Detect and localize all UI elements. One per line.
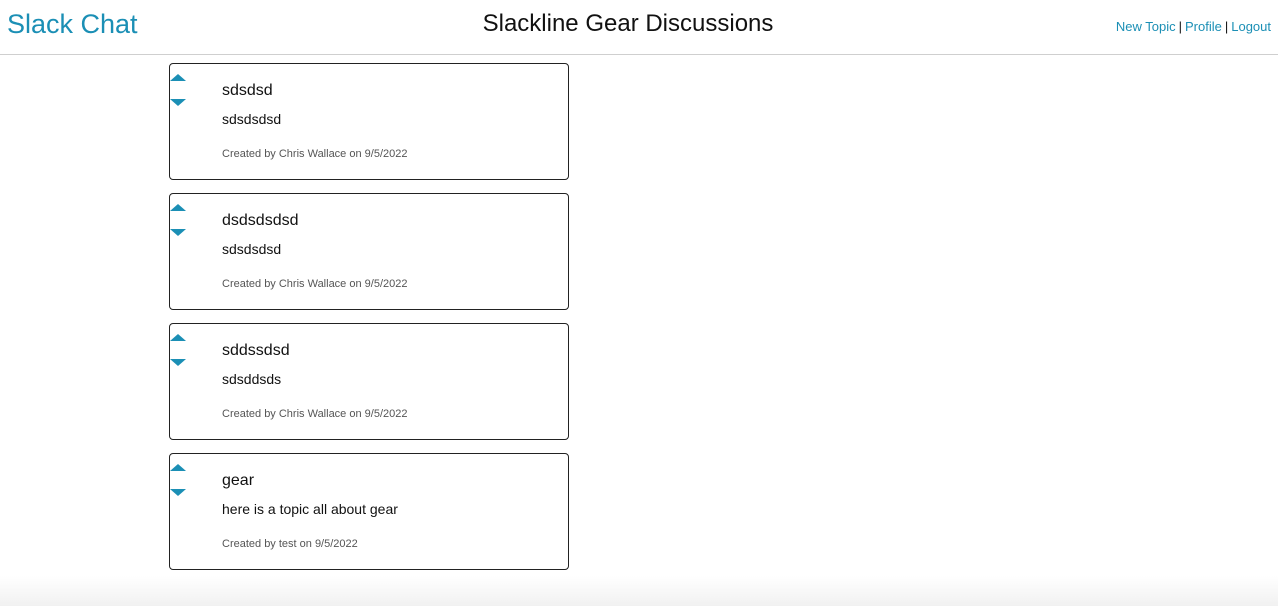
vote-controls bbox=[170, 72, 186, 112]
top-header: Slack Chat Slackline Gear Discussions Ne… bbox=[0, 0, 1278, 55]
upvote-icon[interactable] bbox=[170, 334, 186, 341]
topic-card: sdsdsd sdsdsdsd Created by Chris Wallace… bbox=[169, 63, 569, 180]
topic-meta: Created by Chris Wallace on 9/5/2022 bbox=[222, 408, 408, 420]
page-bottom-shadow bbox=[0, 576, 1278, 606]
topic-body: sdsdsdsd bbox=[222, 111, 282, 127]
upvote-icon[interactable] bbox=[170, 204, 186, 211]
topic-card: dsdsdsdsd sdsdsdsd Created by Chris Wall… bbox=[169, 193, 569, 310]
upvote-icon[interactable] bbox=[170, 74, 186, 81]
downvote-icon[interactable] bbox=[170, 359, 186, 366]
topic-meta: Created by test on 9/5/2022 bbox=[222, 538, 358, 550]
topic-body: here is a topic all about gear bbox=[222, 501, 398, 517]
logout-link[interactable]: Logout bbox=[1231, 19, 1271, 34]
topic-body: sdsddsds bbox=[222, 371, 282, 387]
header-nav: New Topic | Profile | Logout bbox=[1116, 18, 1271, 36]
downvote-icon[interactable] bbox=[170, 489, 186, 496]
vote-controls bbox=[170, 332, 186, 372]
topic-meta: Created by Chris Wallace on 9/5/2022 bbox=[222, 148, 408, 160]
topic-title[interactable]: dsdsdsdsd bbox=[222, 211, 299, 231]
new-topic-link[interactable]: New Topic bbox=[1116, 19, 1176, 34]
topic-title[interactable]: gear bbox=[222, 471, 254, 491]
topic-meta: Created by Chris Wallace on 9/5/2022 bbox=[222, 278, 408, 290]
topic-card: gear here is a topic all about gear Crea… bbox=[169, 453, 569, 570]
topic-title[interactable]: sddssdsd bbox=[222, 341, 290, 361]
topic-list: sdsdsd sdsdsdsd Created by Chris Wallace… bbox=[169, 63, 569, 583]
nav-separator: | bbox=[1178, 19, 1182, 34]
downvote-icon[interactable] bbox=[170, 99, 186, 106]
page-title: Slackline Gear Discussions bbox=[482, 10, 774, 37]
topic-body: sdsdsdsd bbox=[222, 241, 282, 257]
profile-link[interactable]: Profile bbox=[1185, 19, 1222, 34]
topic-title[interactable]: sdsdsd bbox=[222, 81, 273, 101]
vote-controls bbox=[170, 462, 186, 502]
upvote-icon[interactable] bbox=[170, 464, 186, 471]
topic-card: sddssdsd sdsddsds Created by Chris Walla… bbox=[169, 323, 569, 440]
nav-separator: | bbox=[1224, 19, 1229, 34]
downvote-icon[interactable] bbox=[170, 229, 186, 236]
vote-controls bbox=[170, 202, 186, 242]
